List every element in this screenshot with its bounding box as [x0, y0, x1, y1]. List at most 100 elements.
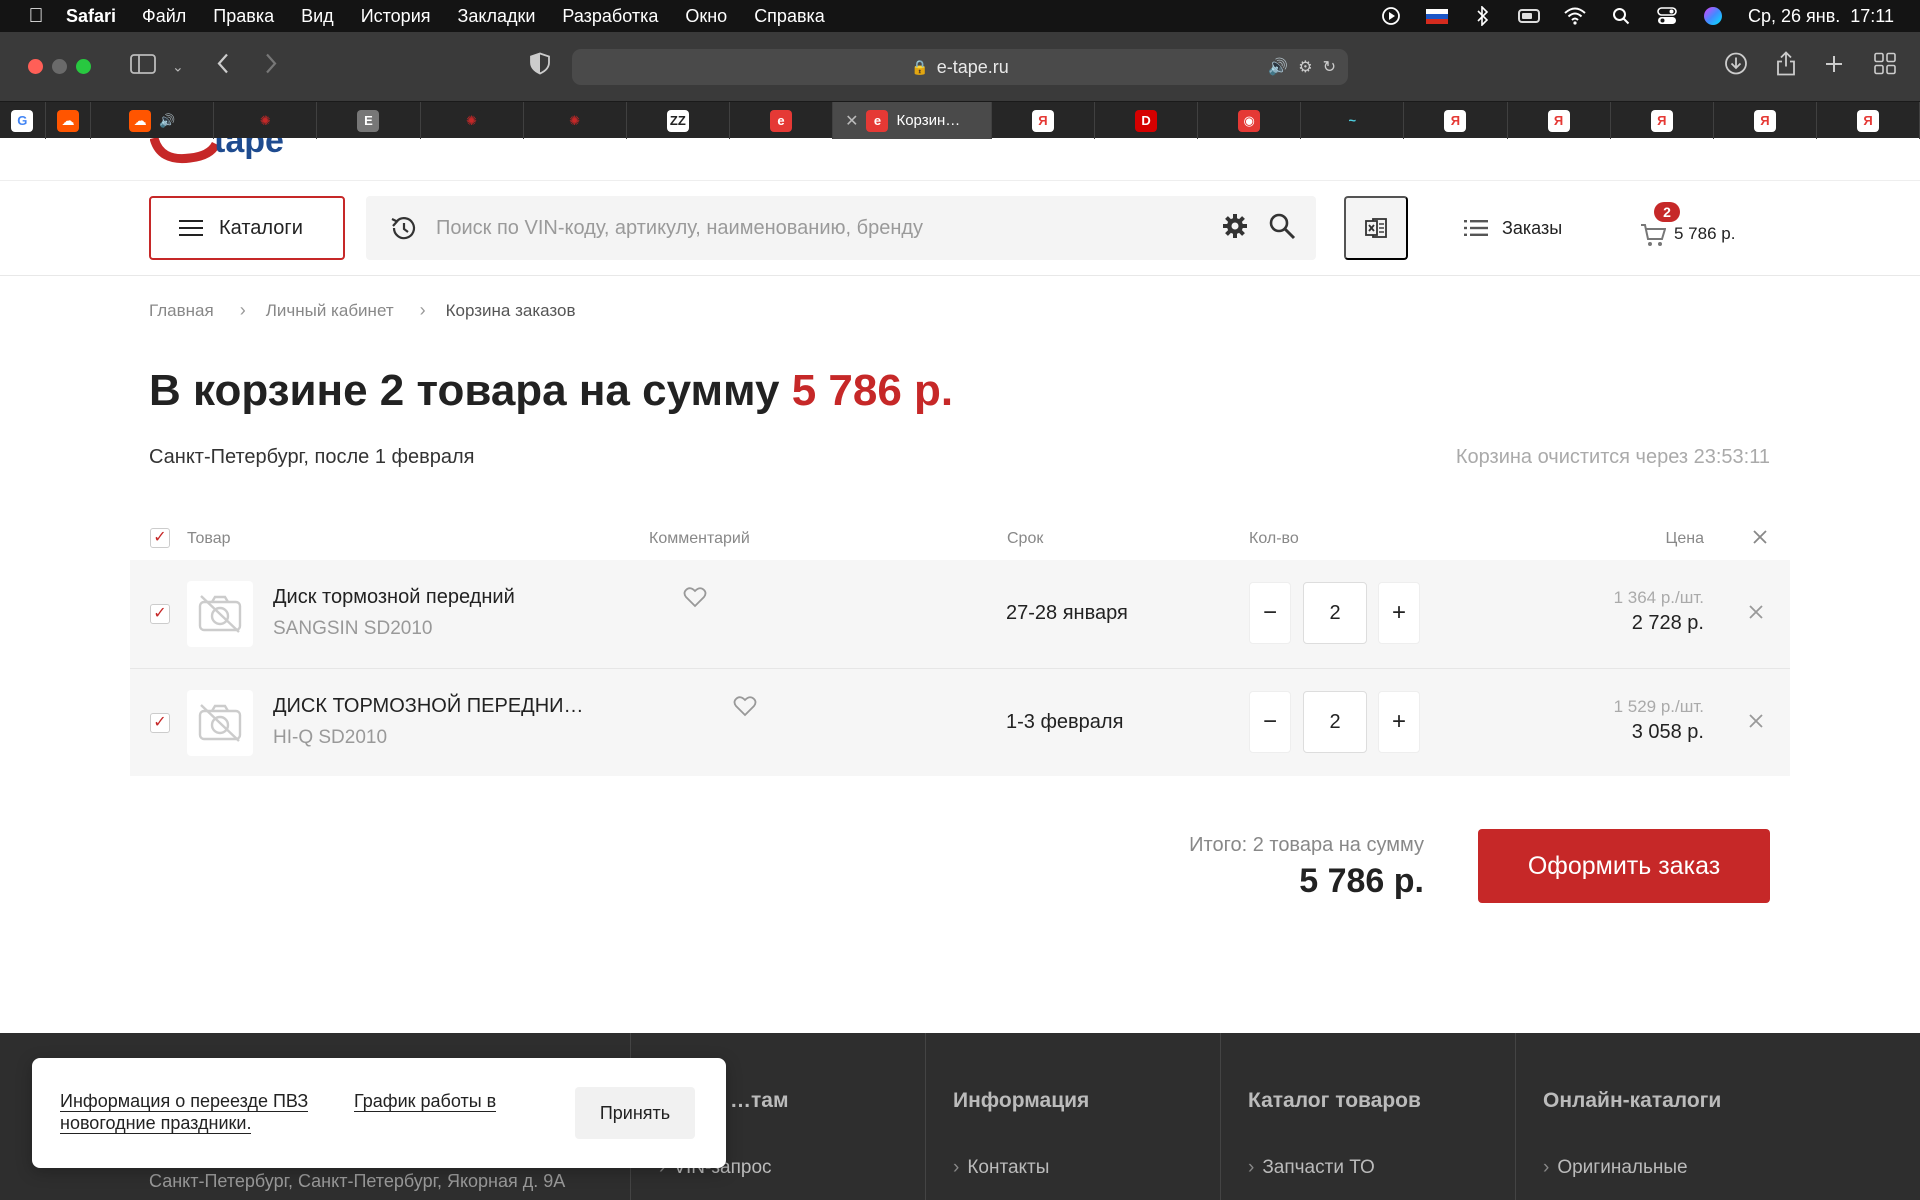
close-tab-icon[interactable]: ✕ — [845, 111, 858, 131]
tab-favicon-icon: E — [357, 109, 380, 132]
menu-view[interactable]: Вид — [301, 6, 334, 27]
qty-decrease-button[interactable]: − — [1249, 691, 1291, 753]
browser-tab[interactable]: Я — [1817, 102, 1920, 139]
remove-item-icon[interactable] — [1748, 713, 1766, 731]
menu-edit[interactable]: Правка — [213, 6, 274, 27]
browser-tab[interactable]: Я — [1508, 102, 1611, 139]
tab-audio-icon[interactable]: 🔊 — [159, 113, 175, 129]
search-history-icon[interactable] — [388, 213, 418, 243]
browser-tab[interactable]: ◉ — [1198, 102, 1302, 139]
hamburger-icon — [179, 220, 203, 236]
search-input[interactable] — [436, 216, 1216, 240]
apple-icon[interactable]:  — [22, 5, 50, 28]
header-cart[interactable]: 2 5 786 р. — [1640, 200, 1735, 256]
search-settings-gear-icon[interactable] — [1222, 213, 1248, 244]
sidebar-menu-chevron-icon[interactable]: ⌄ — [172, 58, 184, 75]
tab-overview-icon[interactable] — [1874, 52, 1896, 81]
privacy-shield-icon[interactable] — [530, 52, 550, 81]
browser-tab[interactable]: G — [0, 102, 46, 139]
menu-bookmarks[interactable]: Закладки — [458, 6, 536, 27]
macos-menubar:  Safari Файл Правка Вид История Закладк… — [0, 0, 1920, 32]
browser-tab[interactable]: E — [317, 102, 421, 139]
orders-link[interactable]: Заказы — [1464, 212, 1562, 244]
row-checkbox[interactable]: ✓ — [150, 604, 170, 624]
control-center-icon[interactable] — [1656, 5, 1678, 27]
menu-window[interactable]: Окно — [685, 6, 727, 27]
footer-link-original[interactable]: Оригинальные — [1543, 1157, 1687, 1179]
browser-tab[interactable]: Я — [1611, 102, 1714, 139]
accept-button[interactable]: Принять — [575, 1087, 695, 1139]
wifi-icon[interactable] — [1564, 5, 1586, 27]
qty-input[interactable]: 2 — [1303, 582, 1367, 644]
favorite-heart-icon[interactable] — [683, 586, 707, 608]
breadcrumb-account[interactable]: Личный кабинет — [266, 301, 394, 321]
catalog-button[interactable]: Каталоги — [149, 196, 345, 260]
notice-link-relocation[interactable]: Информация о переезде ПВЗ новогодние пра… — [60, 1090, 330, 1134]
search-icon[interactable] — [1268, 212, 1296, 245]
browser-tab[interactable]: ☁ — [46, 102, 92, 139]
menu-app-name[interactable]: Safari — [66, 6, 116, 27]
select-all-checkbox[interactable]: ✓ — [150, 528, 170, 548]
excel-upload-button[interactable] — [1344, 196, 1408, 260]
browser-tab[interactable]: ✺ — [214, 102, 318, 139]
browser-tab[interactable]: Я — [992, 102, 1095, 139]
new-tab-icon[interactable] — [1824, 53, 1844, 81]
footer-column-divider — [1220, 1033, 1221, 1200]
bluetooth-icon[interactable] — [1472, 5, 1494, 27]
footer-title-catalog: Каталог товаров — [1248, 1089, 1421, 1112]
product-name[interactable]: ДИСК ТОРМОЗНОЙ ПЕРЕДНИ… — [273, 695, 584, 718]
browser-tab[interactable]: D — [1095, 102, 1199, 139]
browser-tab-active[interactable]: ✕ e Корзин… — [833, 102, 992, 139]
excel-icon — [1365, 218, 1387, 238]
close-window-button[interactable] — [28, 59, 43, 74]
checkout-button[interactable]: Оформить заказ — [1478, 829, 1770, 903]
favorite-heart-icon[interactable] — [733, 695, 757, 717]
battery-icon[interactable] — [1518, 5, 1540, 27]
translate-icon[interactable]: ⚙ — [1298, 57, 1312, 77]
row-checkbox[interactable]: ✓ — [150, 713, 170, 733]
menu-develop[interactable]: Разработка — [562, 6, 658, 27]
browser-tab[interactable]: ✺ — [524, 102, 627, 139]
qty-decrease-button[interactable]: − — [1249, 582, 1291, 644]
reload-icon[interactable]: ↻ — [1323, 57, 1336, 77]
search-bar — [366, 196, 1316, 260]
sidebar-toggle-icon[interactable] — [130, 53, 156, 81]
product-name[interactable]: Диск тормозной передний — [273, 586, 515, 609]
browser-tab[interactable]: ☁ 🔊 — [91, 102, 215, 139]
browser-tab[interactable]: Я — [1404, 102, 1508, 139]
breadcrumb-home[interactable]: Главная — [149, 301, 214, 321]
share-icon[interactable] — [1776, 50, 1796, 83]
cart-count-badge: 2 — [1654, 202, 1680, 222]
minimize-window-button[interactable] — [52, 59, 67, 74]
forward-button[interactable] — [264, 52, 278, 81]
footer-link-parts[interactable]: Запчасти ТО — [1248, 1157, 1374, 1179]
menu-file[interactable]: Файл — [142, 6, 186, 27]
menu-help[interactable]: Справка — [754, 6, 825, 27]
remove-all-icon[interactable] — [1752, 529, 1768, 550]
footer-link-contacts[interactable]: Контакты — [953, 1157, 1049, 1179]
downloads-icon[interactable] — [1724, 51, 1748, 82]
clock[interactable]: Ср, 26 янв. 17:11 — [1748, 6, 1894, 27]
input-source-flag-icon[interactable] — [1426, 5, 1448, 27]
notice-link-schedule[interactable]: График работы в — [354, 1090, 524, 1112]
browser-tab[interactable]: ✺ — [421, 102, 524, 139]
browser-tab[interactable]: e — [730, 102, 834, 139]
site-logo[interactable]: tape — [150, 138, 330, 164]
menu-history[interactable]: История — [361, 6, 431, 27]
siri-icon[interactable] — [1702, 5, 1724, 27]
back-button[interactable] — [216, 52, 230, 81]
browser-tab[interactable]: ~ — [1301, 102, 1405, 139]
browser-tab[interactable]: Я — [1714, 102, 1817, 139]
qty-increase-button[interactable]: + — [1378, 691, 1420, 753]
qty-increase-button[interactable]: + — [1378, 582, 1420, 644]
tab-favicon-icon: Я — [1753, 109, 1776, 132]
audio-playing-icon[interactable]: 🔊 — [1268, 57, 1288, 77]
footer-title-online: Онлайн-каталоги — [1543, 1089, 1722, 1112]
now-playing-icon[interactable] — [1380, 5, 1402, 27]
spotlight-search-icon[interactable] — [1610, 5, 1632, 27]
remove-item-icon[interactable] — [1748, 604, 1766, 622]
address-bar[interactable]: 🔒 e-tape.ru 🔊 ⚙ ↻ — [572, 49, 1348, 85]
browser-tab[interactable]: ZZ — [627, 102, 730, 139]
qty-input[interactable]: 2 — [1303, 691, 1367, 753]
zoom-window-button[interactable] — [76, 59, 91, 74]
